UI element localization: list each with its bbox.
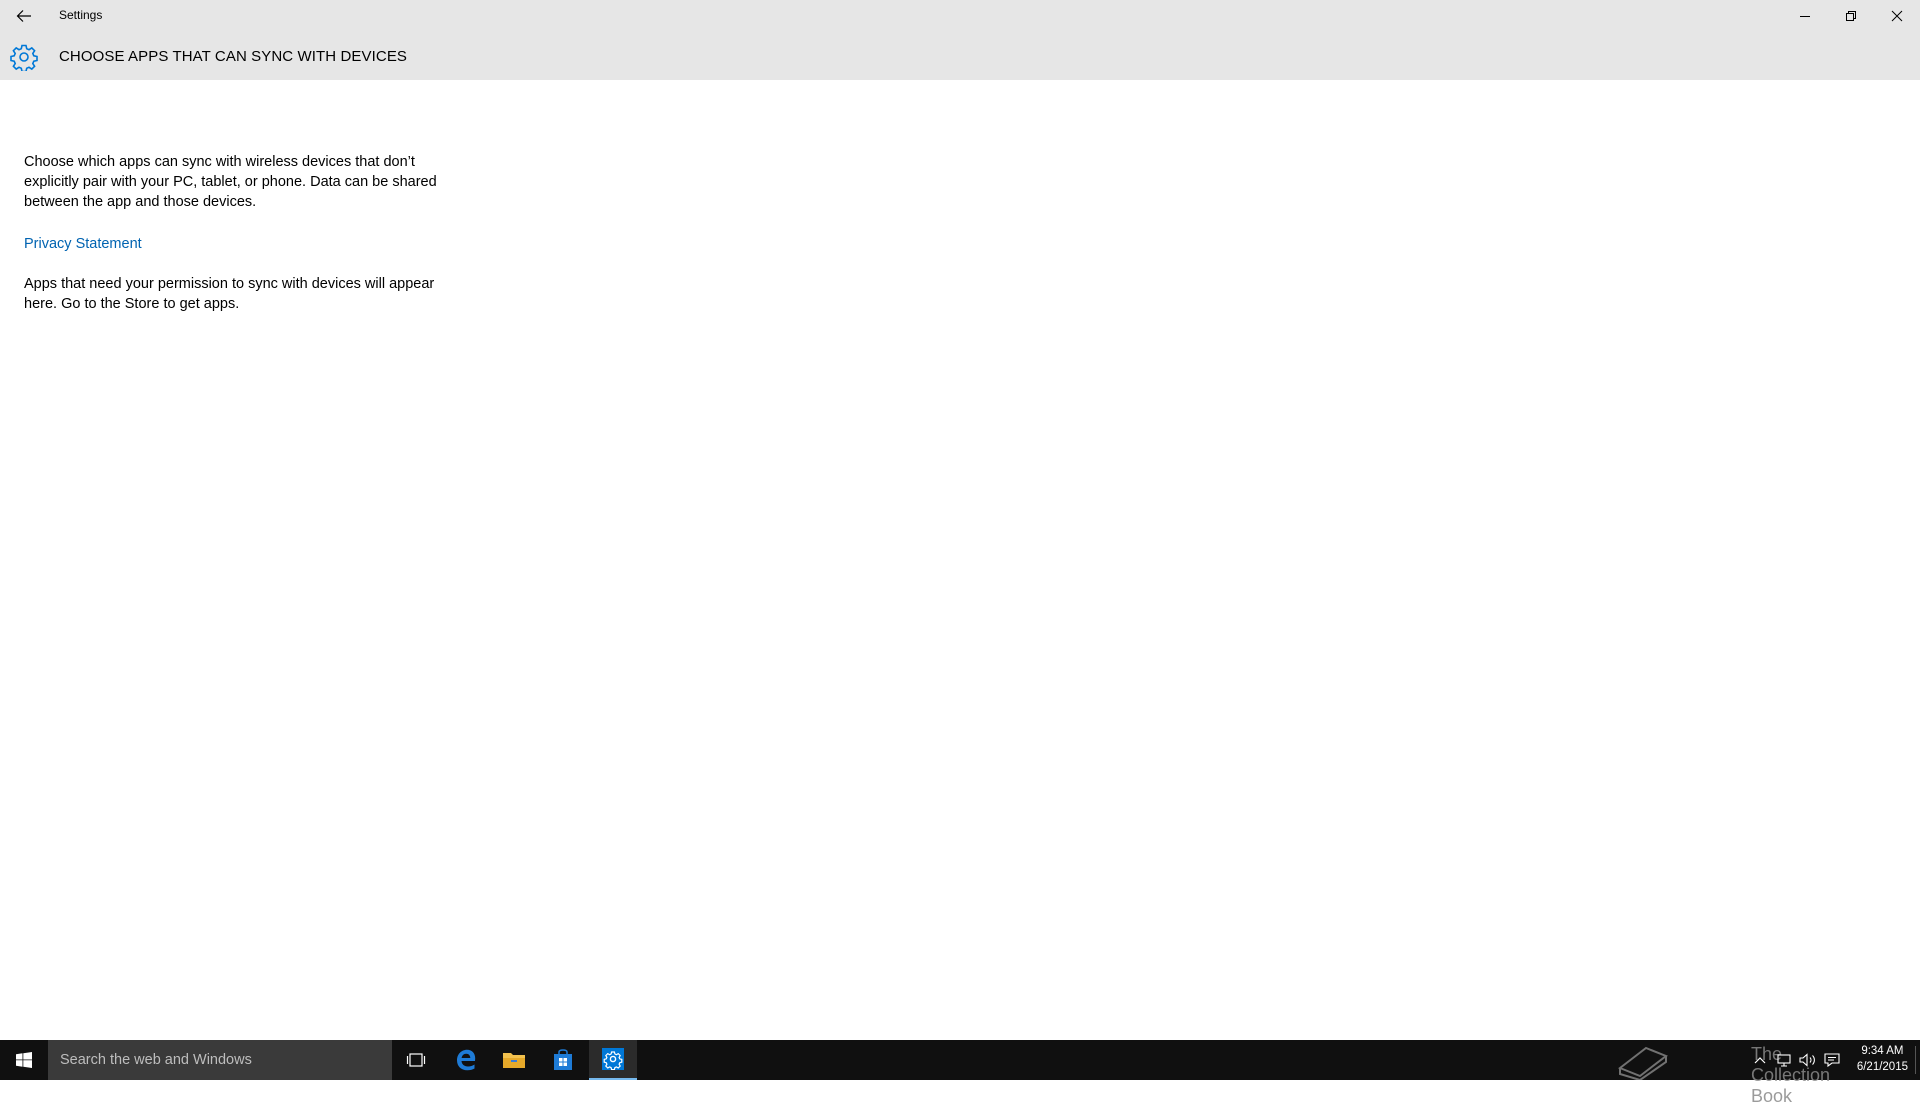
show-desktop-button[interactable] <box>1915 1046 1916 1074</box>
search-input[interactable] <box>48 1040 392 1080</box>
close-button[interactable] <box>1874 0 1920 32</box>
action-center-button[interactable] <box>1820 1040 1844 1080</box>
network-icon <box>1777 1054 1791 1067</box>
page-title: CHOOSE APPS THAT CAN SYNC WITH DEVICES <box>59 48 408 65</box>
windows-logo-icon <box>16 1052 32 1068</box>
file-explorer-button[interactable] <box>490 1040 538 1080</box>
clock-time: 9:34 AM <box>1861 1045 1904 1057</box>
title-bar: Settings CHOOSE APPS THAT CAN SYNC WITH … <box>0 0 1920 80</box>
gear-icon <box>10 43 38 73</box>
edge-icon <box>457 1049 476 1071</box>
settings-icon <box>602 1048 624 1070</box>
app-title: Settings <box>59 8 103 22</box>
back-arrow-icon <box>16 10 31 22</box>
store-icon <box>554 1049 572 1070</box>
volume-icon <box>1799 1053 1815 1067</box>
volume-button[interactable] <box>1796 1040 1820 1080</box>
task-view-button[interactable] <box>392 1040 440 1080</box>
file-explorer-icon <box>503 1053 525 1068</box>
watermark-book-icon <box>1616 1042 1670 1085</box>
empty-state-message: Apps that need your permission to sync w… <box>24 276 435 312</box>
taskbar: The Collection Book 9:34 AM <box>0 1040 1920 1106</box>
minimize-icon <box>1800 16 1810 17</box>
settings-taskbar-button[interactable] <box>589 1040 637 1080</box>
main-content: Choose which apps can sync with wireless… <box>24 152 460 314</box>
restore-icon <box>1846 11 1856 21</box>
restore-button[interactable] <box>1828 0 1874 32</box>
description-text: Choose which apps can sync with wireless… <box>24 154 437 210</box>
clock[interactable]: 9:34 AM 6/21/2015 <box>1857 1043 1908 1075</box>
window-controls <box>1782 0 1920 32</box>
close-icon <box>1891 10 1903 22</box>
store-button[interactable] <box>539 1040 587 1080</box>
privacy-statement-link[interactable]: Privacy Statement <box>24 236 142 252</box>
chevron-up-icon <box>1754 1057 1766 1064</box>
back-button[interactable] <box>10 4 38 28</box>
edge-button[interactable] <box>442 1040 490 1080</box>
show-hidden-icons-button[interactable] <box>1750 1040 1770 1080</box>
task-view-icon <box>406 1053 426 1067</box>
network-button[interactable] <box>1772 1040 1796 1080</box>
clock-date: 6/21/2015 <box>1856 1061 1908 1073</box>
minimize-button[interactable] <box>1782 0 1828 32</box>
notification-icon <box>1824 1053 1840 1067</box>
start-button[interactable] <box>0 1040 48 1080</box>
